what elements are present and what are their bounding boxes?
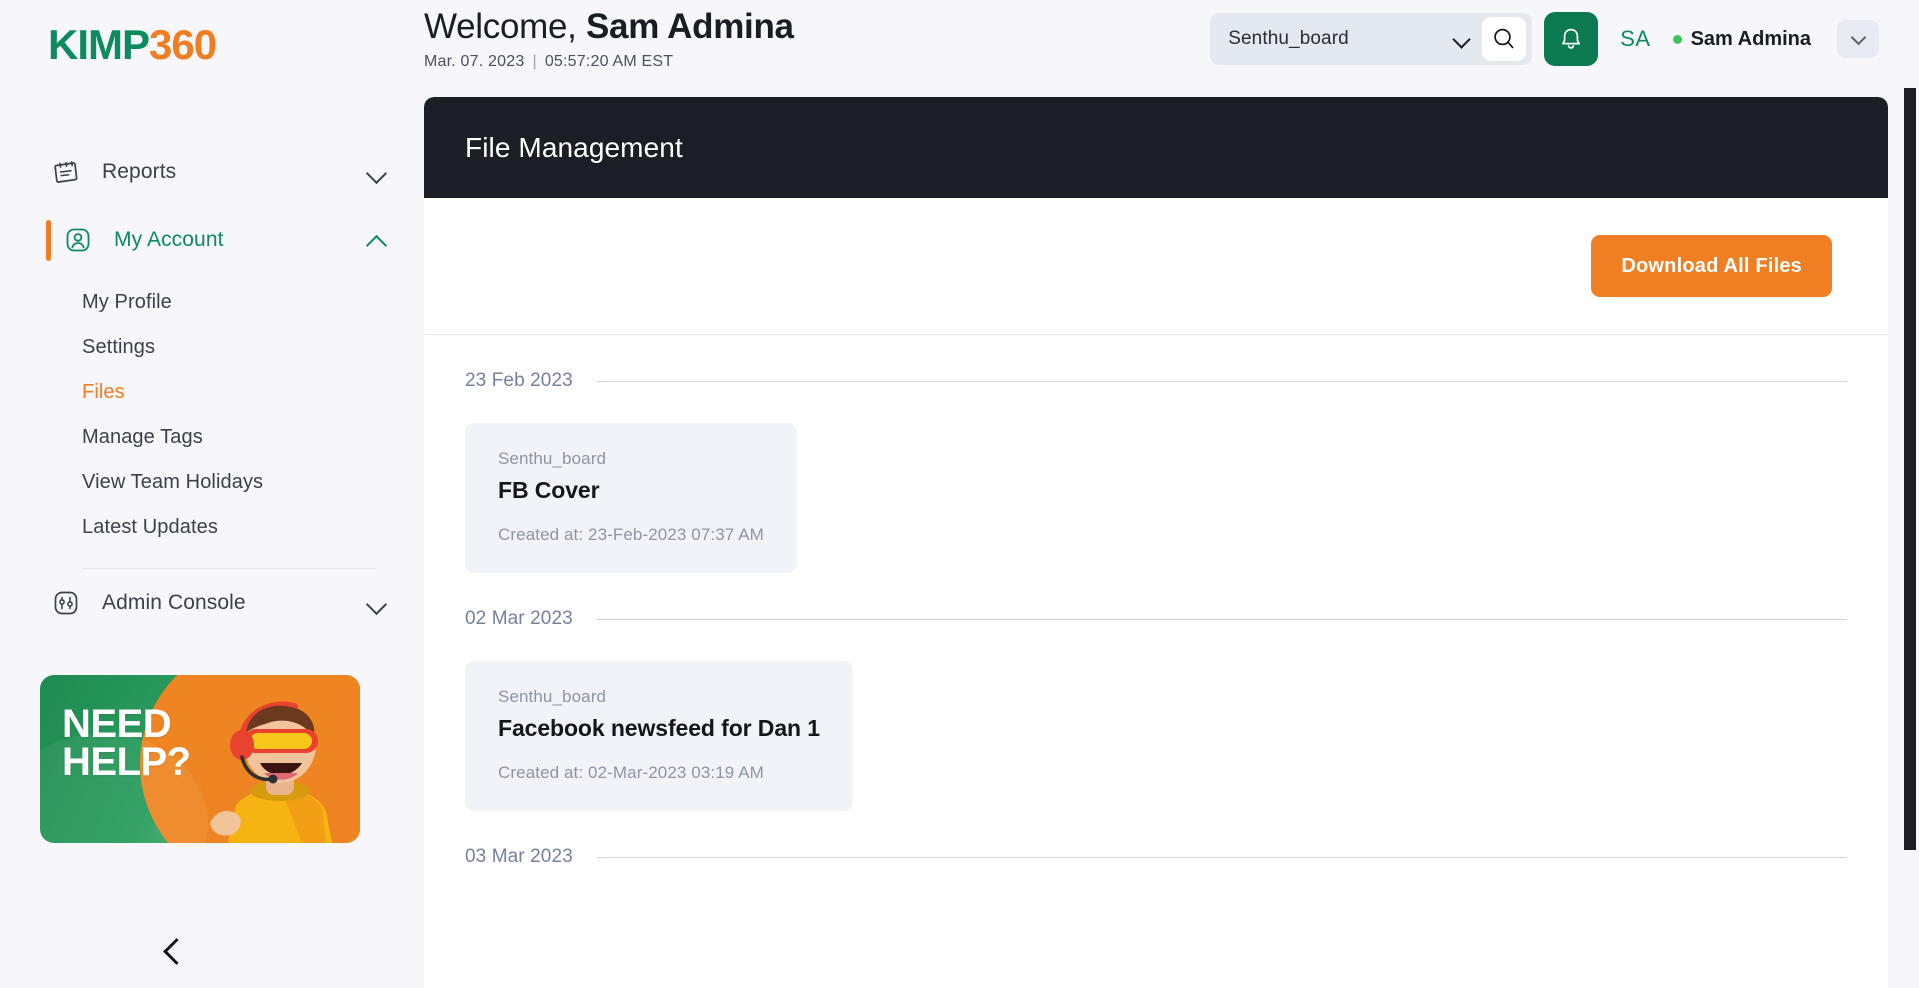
user-menu[interactable]: SA Sam Admina [1620, 20, 1879, 58]
panel-actions: Download All Files [424, 198, 1888, 335]
sidebar-item-label: Reports [102, 160, 366, 184]
search-icon [1491, 26, 1517, 52]
date-group-label: 03 Mar 2023 [465, 846, 573, 868]
file-card[interactable]: Senthu_board Facebook newsfeed for Dan 1… [465, 661, 853, 811]
board-selector[interactable]: Senthu_board [1210, 13, 1532, 65]
sidebar-item-latest-updates[interactable]: Latest Updates [0, 505, 424, 550]
reports-icon [48, 154, 84, 190]
status-badge [1673, 35, 1682, 44]
app-logo[interactable]: KIMP360 [48, 18, 424, 72]
date-group-header: 03 Mar 2023 [465, 811, 1847, 868]
need-help-banner[interactable]: NEED HELP? [40, 675, 360, 843]
sidebar-submenu-my-account: My Profile Settings Files Manage Tags Vi… [0, 274, 424, 554]
user-name-label: Sam Admina [1691, 28, 1811, 51]
sidebar-item-settings[interactable]: Settings [0, 325, 424, 370]
page-title: Welcome, Sam Admina [424, 6, 794, 47]
file-date-group: 03 Mar 2023 [424, 811, 1888, 868]
file-card[interactable]: Senthu_board FB Cover Created at: 23-Feb… [465, 423, 797, 573]
date-group-header: 23 Feb 2023 [465, 335, 1847, 392]
file-date-group: 02 Mar 2023 Senthu_board Facebook newsfe… [424, 573, 1888, 811]
date-group-label: 02 Mar 2023 [465, 608, 573, 630]
sidebar-item-label: My Account [114, 228, 366, 252]
datetime-line: Mar. 07. 2023 | 05:57:20 AM EST [424, 53, 794, 71]
sidebar-group-reports: Reports [0, 138, 424, 206]
file-created-at: Created at: 02-Mar-2023 03:19 AM [498, 763, 820, 783]
chevron-down-icon [1452, 29, 1472, 49]
welcome-block: Welcome, Sam Admina Mar. 07. 2023 | 05:57:… [424, 6, 794, 71]
panel-title: File Management [465, 132, 683, 164]
board-selector-value: Senthu_board [1228, 28, 1452, 50]
current-date: Mar. 07. 2023 [424, 53, 524, 70]
need-help-text: NEED HELP? [62, 705, 191, 781]
search-button[interactable] [1482, 17, 1526, 61]
sidebar-collapse-button[interactable] [150, 928, 196, 974]
file-created-at: Created at: 23-Feb-2023 07:37 AM [498, 525, 764, 545]
file-board-name: Senthu_board [498, 687, 820, 707]
file-date-group: 23 Feb 2023 Senthu_board FB Cover Create… [424, 335, 1888, 573]
need-help-line2: HELP? [62, 743, 191, 781]
sidebar-item-admin-console[interactable]: Admin Console [0, 569, 424, 637]
date-group-divider [597, 619, 1847, 620]
main-content: Welcome, Sam Admina Mar. 07. 2023 | 05:57:… [424, 0, 1919, 988]
notifications-button[interactable] [1544, 12, 1598, 66]
logo-primary-text: KIMP [48, 24, 149, 66]
need-help-line1: NEED [62, 705, 191, 743]
welcome-prefix: Welcome, [424, 7, 586, 46]
chevron-up-icon[interactable] [366, 229, 388, 251]
date-group-label: 23 Feb 2023 [465, 370, 573, 392]
sidebar-item-files[interactable]: Files [0, 370, 424, 415]
current-time: 05:57:20 AM EST [545, 53, 673, 70]
download-all-files-button[interactable]: Download All Files [1591, 235, 1832, 297]
panel-header: File Management [424, 97, 1888, 198]
avatar: SA [1620, 26, 1650, 52]
chevron-down-icon[interactable] [366, 592, 388, 614]
date-group-divider [597, 857, 1847, 858]
admin-console-icon [48, 585, 84, 621]
top-bar: Welcome, Sam Admina Mar. 07. 2023 | 05:57:… [424, 0, 1919, 88]
sidebar-item-label: Admin Console [102, 591, 366, 615]
sidebar-item-my-profile[interactable]: My Profile [0, 280, 424, 325]
sidebar-item-manage-tags[interactable]: Manage Tags [0, 415, 424, 460]
chevron-down-icon[interactable] [366, 161, 388, 183]
sidebar-item-reports[interactable]: Reports [0, 138, 424, 206]
sidebar-item-my-account[interactable]: My Account [0, 206, 424, 274]
logo-secondary-text: 360 [149, 24, 216, 66]
file-name: FB Cover [498, 477, 764, 504]
sidebar: KIMP360 Reports [0, 0, 424, 988]
top-bar-controls: Senthu_board SA [1210, 12, 1879, 66]
date-group-divider [597, 381, 1847, 382]
welcome-user-name: Sam Admina [586, 7, 794, 46]
page-scrollbar[interactable] [1901, 0, 1919, 988]
datetime-separator: | [532, 53, 536, 70]
date-group-header: 02 Mar 2023 [465, 573, 1847, 630]
bell-icon [1558, 26, 1584, 52]
files-list: 23 Feb 2023 Senthu_board FB Cover Create… [424, 335, 1888, 988]
file-board-name: Senthu_board [498, 449, 764, 469]
sidebar-group-admin-console: Admin Console [0, 569, 424, 637]
sidebar-nav: Reports My Account [0, 138, 424, 637]
account-icon [60, 222, 96, 258]
sidebar-item-view-team-holidays[interactable]: View Team Holidays [0, 460, 424, 505]
sidebar-group-my-account: My Account My Profile Settings Files Man… [0, 206, 424, 569]
support-hero-illustration [206, 683, 346, 843]
user-menu-chevron-down-icon[interactable] [1837, 20, 1879, 58]
app-root: KIMP360 Reports [0, 0, 1919, 988]
file-management-panel: File Management Download All Files 23 Fe… [424, 97, 1888, 988]
file-name: Facebook newsfeed for Dan 1 [498, 715, 820, 742]
page-scrollbar-thumb[interactable] [1904, 88, 1916, 850]
